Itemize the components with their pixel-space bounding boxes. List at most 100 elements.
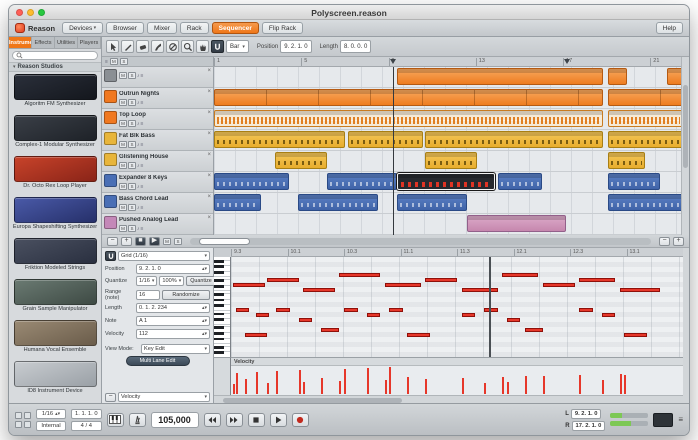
pencil-tool[interactable] [121, 40, 134, 53]
browser-section-header[interactable]: ▾Reason Studios [9, 62, 101, 72]
velocity-area[interactable] [231, 366, 683, 395]
track-solo-button[interactable]: S [128, 72, 136, 79]
black-key[interactable] [214, 293, 224, 296]
velocity-stem[interactable] [339, 381, 341, 394]
mute-tool[interactable] [166, 40, 179, 53]
randomize-button[interactable]: Randomize [162, 290, 210, 300]
midi-note[interactable] [299, 318, 313, 322]
pointer-tool[interactable] [106, 40, 119, 53]
rack-button[interactable]: Rack [180, 22, 209, 34]
midi-note[interactable] [256, 313, 270, 317]
quantize-button[interactable]: Quantize [186, 276, 216, 286]
edit-solo-button[interactable]: S [174, 238, 182, 245]
tab-effects[interactable]: Effects [32, 37, 55, 48]
position-field[interactable]: 9. 2. 1. 0 [280, 40, 311, 53]
metronome-button[interactable] [129, 413, 146, 427]
sequencer-button[interactable]: Sequencer [212, 22, 259, 34]
track-solo-button[interactable]: S [128, 141, 136, 148]
snap-value-select[interactable]: Bar▾ [226, 40, 249, 53]
velocity-field[interactable]: 112▴▾ [136, 329, 210, 339]
velocity-stem[interactable] [236, 373, 238, 394]
zoom-out-button[interactable]: − [107, 237, 118, 246]
zoom-in-button[interactable]: + [121, 237, 132, 246]
help-button[interactable]: Help [656, 22, 683, 34]
clip[interactable] [214, 131, 345, 148]
velocity-stem[interactable] [579, 381, 581, 394]
track-mute-button[interactable]: M [119, 72, 127, 79]
midi-note[interactable] [507, 318, 521, 322]
edit-snap-button[interactable] [105, 251, 116, 261]
midi-note[interactable] [276, 308, 290, 312]
loop-end-marker[interactable] [564, 59, 570, 64]
edit-mute-button[interactable]: M [163, 238, 171, 245]
clip[interactable] [397, 194, 467, 211]
eraser-tool[interactable] [136, 40, 149, 53]
clip[interactable] [608, 194, 683, 211]
device-item[interactable]: Friktion Modeled Strings [9, 236, 101, 277]
clip[interactable] [608, 131, 683, 148]
midi-note[interactable] [502, 273, 538, 277]
clip[interactable] [425, 131, 603, 148]
rewind-button[interactable] [204, 413, 221, 427]
track-row[interactable]: MS♪≡× [102, 67, 213, 88]
midi-note[interactable] [579, 278, 615, 282]
velocity-stem[interactable] [602, 380, 604, 394]
clip[interactable] [397, 173, 495, 190]
midi-note[interactable] [303, 288, 335, 292]
clip[interactable] [608, 152, 646, 169]
stop-button[interactable] [248, 413, 265, 427]
replace-icon[interactable] [24, 421, 31, 428]
record-button[interactable] [292, 413, 309, 427]
black-key[interactable] [214, 304, 224, 307]
midi-note[interactable] [462, 313, 476, 317]
track-row[interactable]: Fat Blk BassMS♪≡× [102, 130, 213, 151]
track-mute-button[interactable]: M [119, 162, 127, 169]
transport-quantize-field[interactable]: 1/16▴▾ [36, 409, 66, 419]
track-row[interactable]: Glistening HouseMS♪≡× [102, 151, 213, 172]
track-solo-button[interactable]: S [128, 183, 136, 190]
navigator-handle[interactable] [199, 238, 250, 245]
midi-note[interactable] [339, 273, 380, 277]
tempo-display[interactable]: 105,000 [151, 412, 199, 428]
velocity-stem[interactable] [507, 382, 509, 394]
transport-menu-icon[interactable]: ≡ [678, 415, 683, 424]
quantize-value-select[interactable]: 1/16▾ [136, 276, 157, 286]
note-grid[interactable] [231, 257, 683, 357]
velocity-stem[interactable] [389, 367, 391, 394]
black-key[interactable] [214, 346, 224, 349]
device-item[interactable]: Complex-1 Modular Synthesizer [9, 113, 101, 154]
velocity-stem[interactable] [462, 384, 464, 394]
track-row[interactable]: Bass Chord LeadMS♪≡× [102, 193, 213, 214]
close-track-button[interactable]: × [207, 131, 211, 137]
view-mode-select[interactable]: Key Edit▾ [141, 344, 210, 354]
song-position-field[interactable]: 1. 1. 1. 0 [71, 409, 102, 419]
hand-tool[interactable] [196, 40, 209, 53]
time-signature-field[interactable]: 4 / 4 [71, 421, 102, 431]
velocity-stem[interactable] [344, 369, 346, 394]
midi-note[interactable] [462, 288, 498, 292]
velocity-stem[interactable] [256, 372, 258, 394]
flip-rack-button[interactable]: Flip Rack [262, 22, 303, 34]
vertical-scroll-handle[interactable] [683, 85, 688, 169]
device-item[interactable]: Algoritm FM Synthesizer [9, 72, 101, 113]
controller-lane-select[interactable]: Velocity▾ [118, 392, 210, 402]
velocity-stem[interactable] [624, 375, 626, 394]
clip[interactable] [214, 89, 603, 106]
close-track-button[interactable]: × [207, 89, 211, 95]
playhead[interactable] [393, 67, 394, 235]
velocity-stem[interactable] [276, 371, 278, 394]
clip[interactable] [298, 194, 378, 211]
black-key[interactable] [214, 351, 224, 354]
track-row[interactable]: Top LoopMS♪≡× [102, 109, 213, 130]
midi-note[interactable] [233, 283, 265, 287]
play-edit-button[interactable]: ▶ [149, 237, 160, 246]
click-icon[interactable] [15, 412, 22, 419]
track-row[interactable]: Outrun NightsMS♪≡× [102, 88, 213, 109]
midi-note[interactable] [407, 333, 430, 337]
midi-note[interactable] [484, 308, 498, 312]
velocity-stem[interactable] [407, 377, 409, 394]
black-key[interactable] [214, 260, 224, 263]
midi-note[interactable] [267, 278, 299, 282]
clip[interactable] [467, 215, 565, 232]
velocity-stem[interactable] [367, 368, 369, 394]
